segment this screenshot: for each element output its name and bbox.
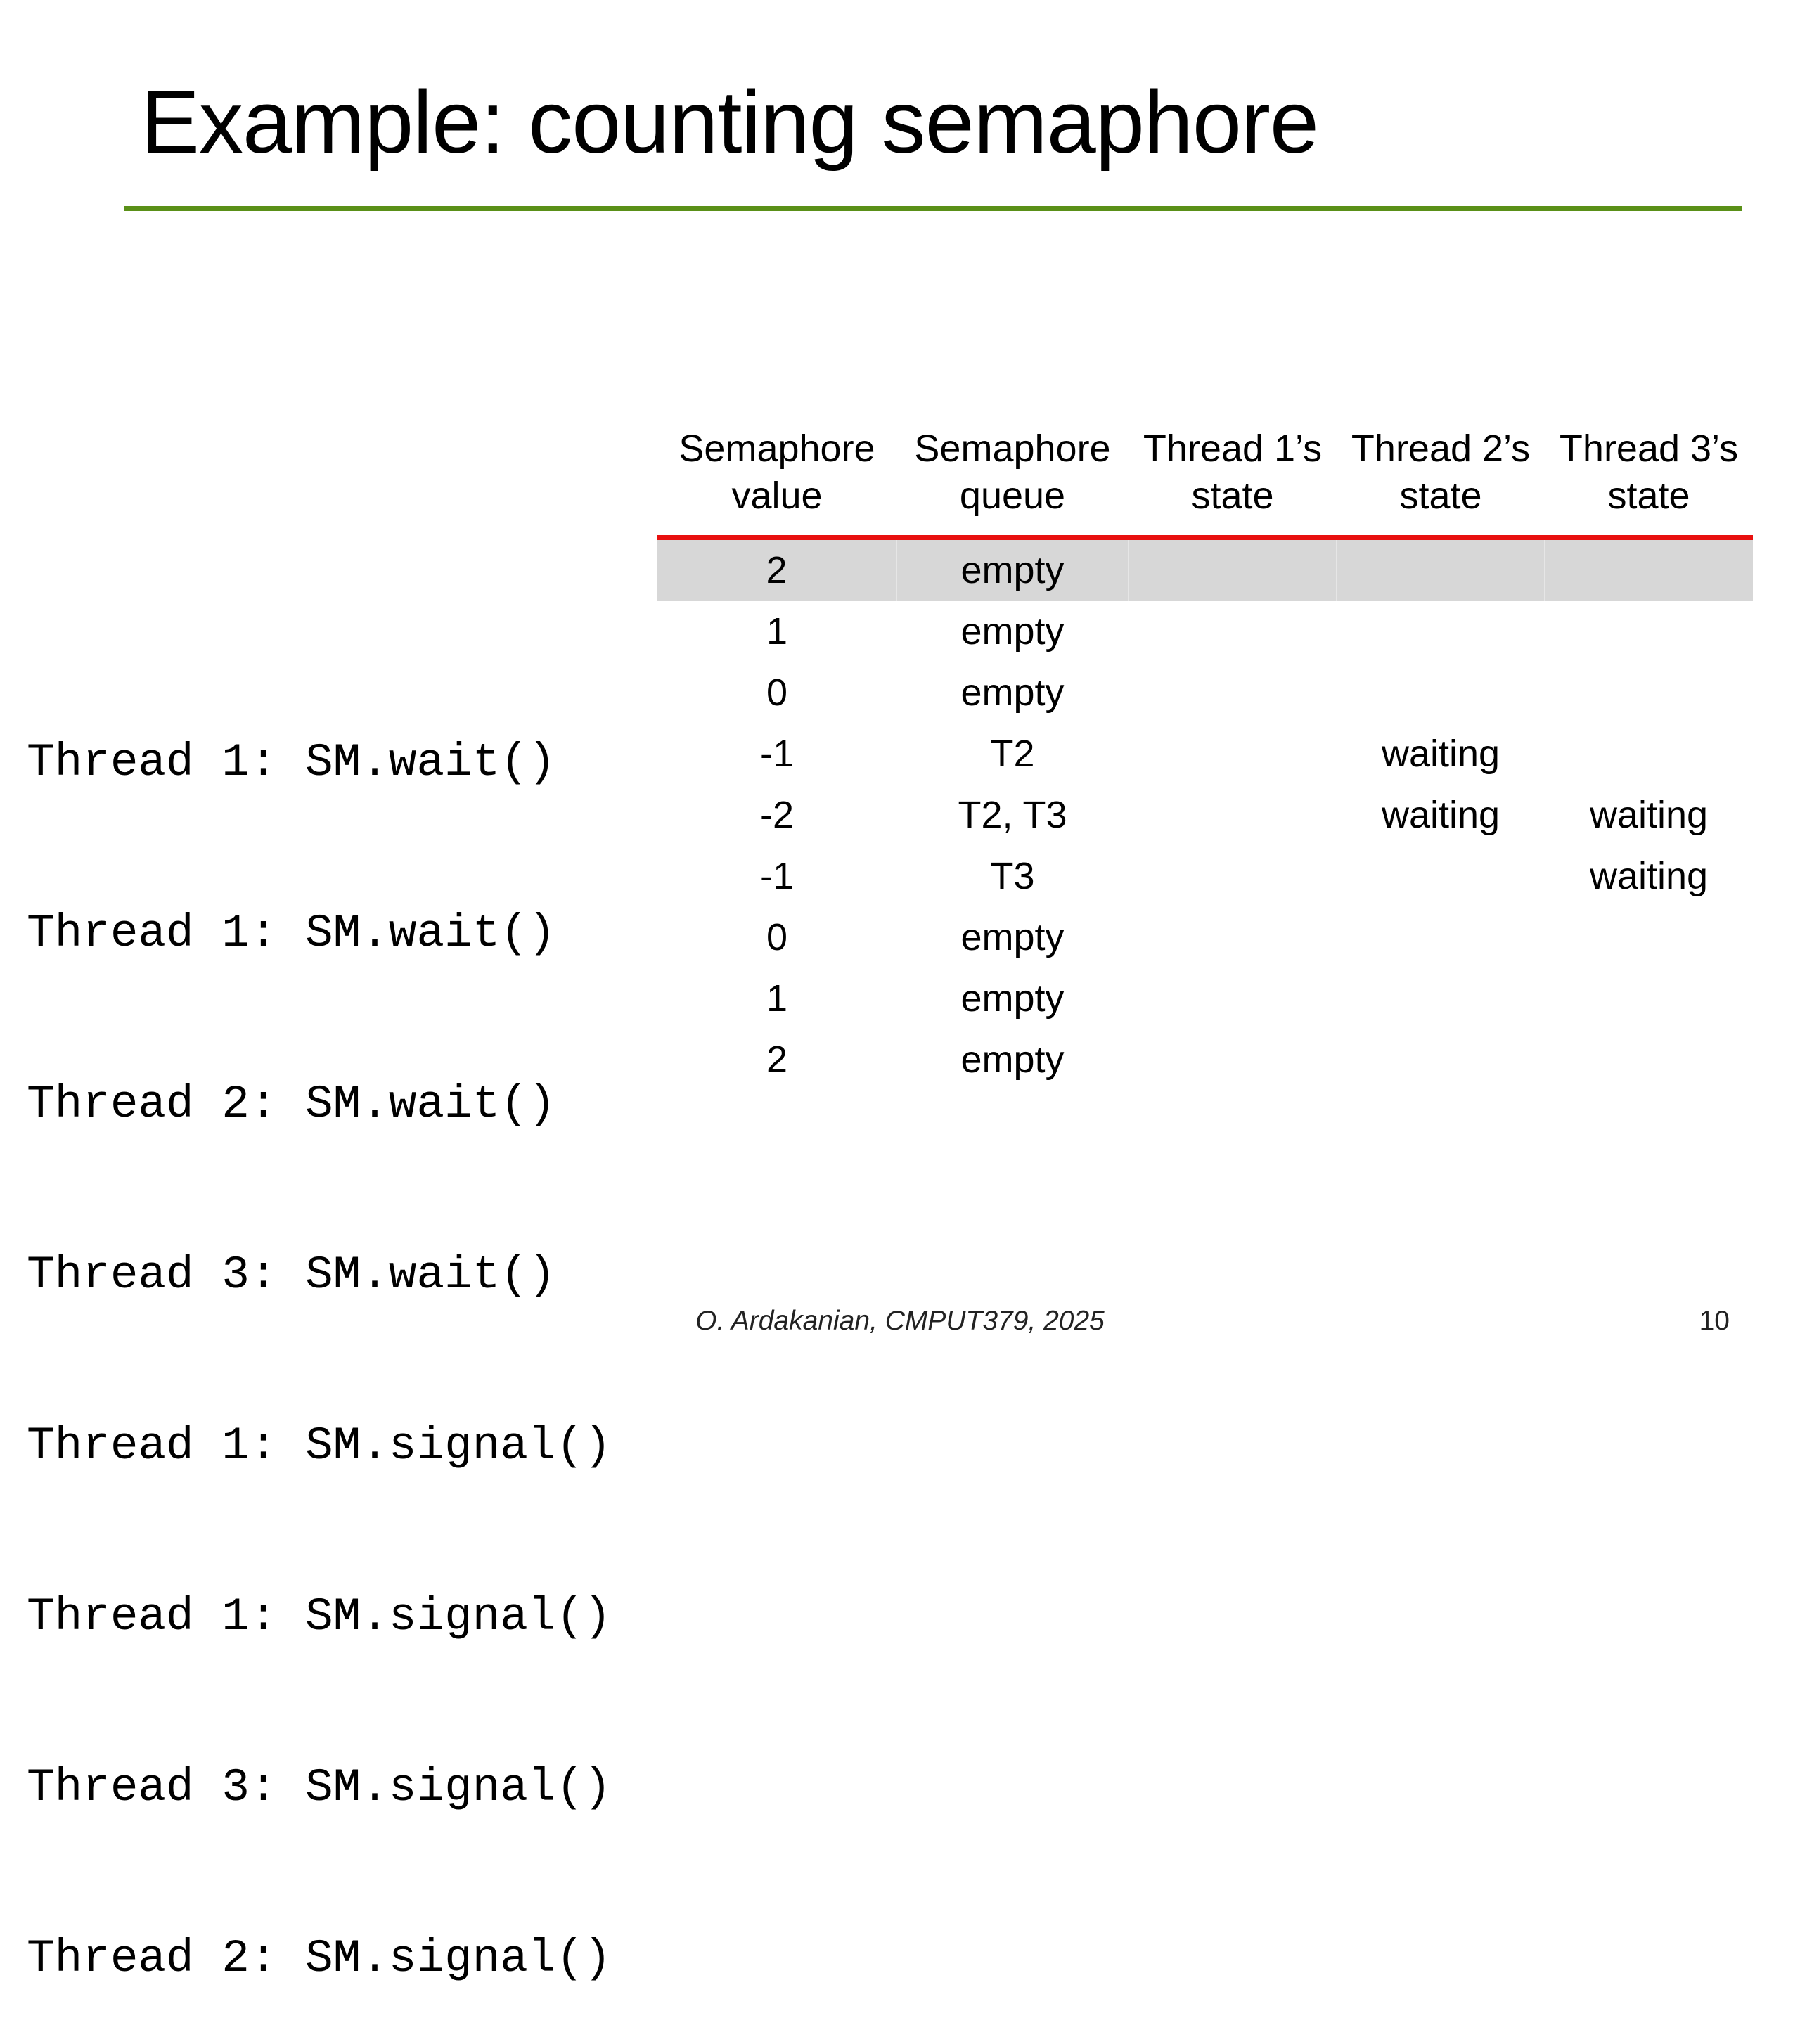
thread1-state-cell	[1129, 907, 1337, 968]
thread1-state-cell	[1129, 1029, 1337, 1091]
semaphore-queue-cell: empty	[960, 671, 1065, 714]
semaphore-state-table: Semaphore value Semaphore queue Thread 1…	[657, 425, 1753, 1091]
thread2-state-cell	[1337, 662, 1545, 724]
table-row: -2 T2, T3 waiting waiting	[657, 785, 1753, 846]
thread2-state-cell: waiting	[1381, 794, 1500, 836]
semaphore-value-cell: 1	[766, 977, 788, 1020]
header-thread2-state: Thread 2’s state	[1337, 425, 1545, 540]
thread2-state-cell: waiting	[1381, 733, 1500, 775]
title-divider	[124, 206, 1742, 211]
thread2-state-cell	[1337, 846, 1545, 907]
semaphore-value-cell: -2	[759, 794, 794, 836]
semaphore-value-cell: 0	[766, 671, 788, 714]
thread1-state-cell	[1129, 846, 1337, 907]
thread1-state-cell	[1129, 601, 1337, 662]
table-row: -1 T2 waiting	[657, 724, 1753, 785]
code-line: Thread 3: SM.signal()	[27, 1761, 612, 1814]
table-row: 2 empty	[657, 1029, 1753, 1091]
header-thread1-state: Thread 1’s state	[1129, 425, 1337, 540]
header-semaphore-queue: Semaphore queue	[896, 425, 1129, 540]
thread3-state-cell	[1545, 537, 1753, 601]
thread1-state-cell	[1129, 662, 1337, 724]
code-line: Thread 1: SM.signal()	[27, 1590, 612, 1643]
semaphore-queue-cell: T3	[990, 855, 1035, 897]
code-line: Thread 3: SM.wait()	[27, 1249, 556, 1301]
code-line: Thread 2: SM.wait()	[27, 1078, 556, 1131]
semaphore-value-cell: 2	[657, 537, 897, 601]
code-line: Thread 2: SM.signal()	[27, 1932, 612, 1985]
thread1-state-cell	[1129, 785, 1337, 846]
semaphore-value-cell: 0	[766, 916, 788, 958]
thread3-state-cell	[1545, 662, 1753, 724]
table-row: 0 empty	[657, 907, 1753, 968]
semaphore-value-cell: -1	[759, 733, 794, 775]
page-number: 10	[1699, 1306, 1730, 1336]
thread1-state-cell	[1129, 968, 1337, 1029]
semaphore-queue-cell: empty	[960, 916, 1065, 958]
code-line: Thread 1: SM.wait()	[27, 736, 556, 789]
thread3-state-cell	[1545, 601, 1753, 662]
slide-title: Example: counting semaphore	[141, 72, 1319, 172]
thread2-state-cell	[1337, 968, 1545, 1029]
thread1-state-cell	[1129, 537, 1337, 601]
table-row: 1 empty	[657, 968, 1753, 1029]
semaphore-queue-cell: T2	[990, 733, 1035, 775]
semaphore-queue-cell: empty	[960, 977, 1065, 1020]
thread1-state-cell	[1129, 724, 1337, 785]
table-header-row: Semaphore value Semaphore queue Thread 1…	[657, 425, 1753, 540]
table-row: 0 empty	[657, 662, 1753, 724]
thread2-state-cell	[1337, 537, 1545, 601]
thread2-state-cell	[1337, 1029, 1545, 1091]
thread3-state-cell: waiting	[1589, 794, 1709, 836]
table-row: -1 T3 waiting	[657, 846, 1753, 907]
header-semaphore-value: Semaphore value	[657, 425, 896, 540]
thread3-state-cell	[1545, 907, 1753, 968]
header-thread3-state: Thread 3’s state	[1545, 425, 1753, 540]
thread3-state-cell	[1545, 724, 1753, 785]
semaphore-queue-cell: empty	[960, 1039, 1065, 1081]
thread3-state-cell	[1545, 1029, 1753, 1091]
table-row: 1 empty	[657, 601, 1753, 662]
semaphore-queue-cell: T2, T3	[958, 794, 1067, 836]
semaphore-queue-cell: empty	[960, 610, 1065, 653]
thread2-state-cell	[1337, 907, 1545, 968]
table-row: 2 empty	[657, 537, 1753, 601]
code-line: Thread 1: SM.wait()	[27, 907, 556, 960]
semaphore-value-cell: 1	[766, 610, 788, 653]
semaphore-value-cell: 2	[766, 1039, 788, 1081]
semaphore-queue-cell: empty	[896, 537, 1129, 601]
thread2-state-cell	[1337, 601, 1545, 662]
semaphore-value-cell: -1	[759, 855, 794, 897]
thread3-state-cell	[1545, 968, 1753, 1029]
thread3-state-cell: waiting	[1589, 855, 1709, 897]
code-line: Thread 1: SM.signal()	[27, 1420, 612, 1472]
footer-credit: O. Ardakanian, CMPUT379, 2025	[695, 1306, 1105, 1336]
